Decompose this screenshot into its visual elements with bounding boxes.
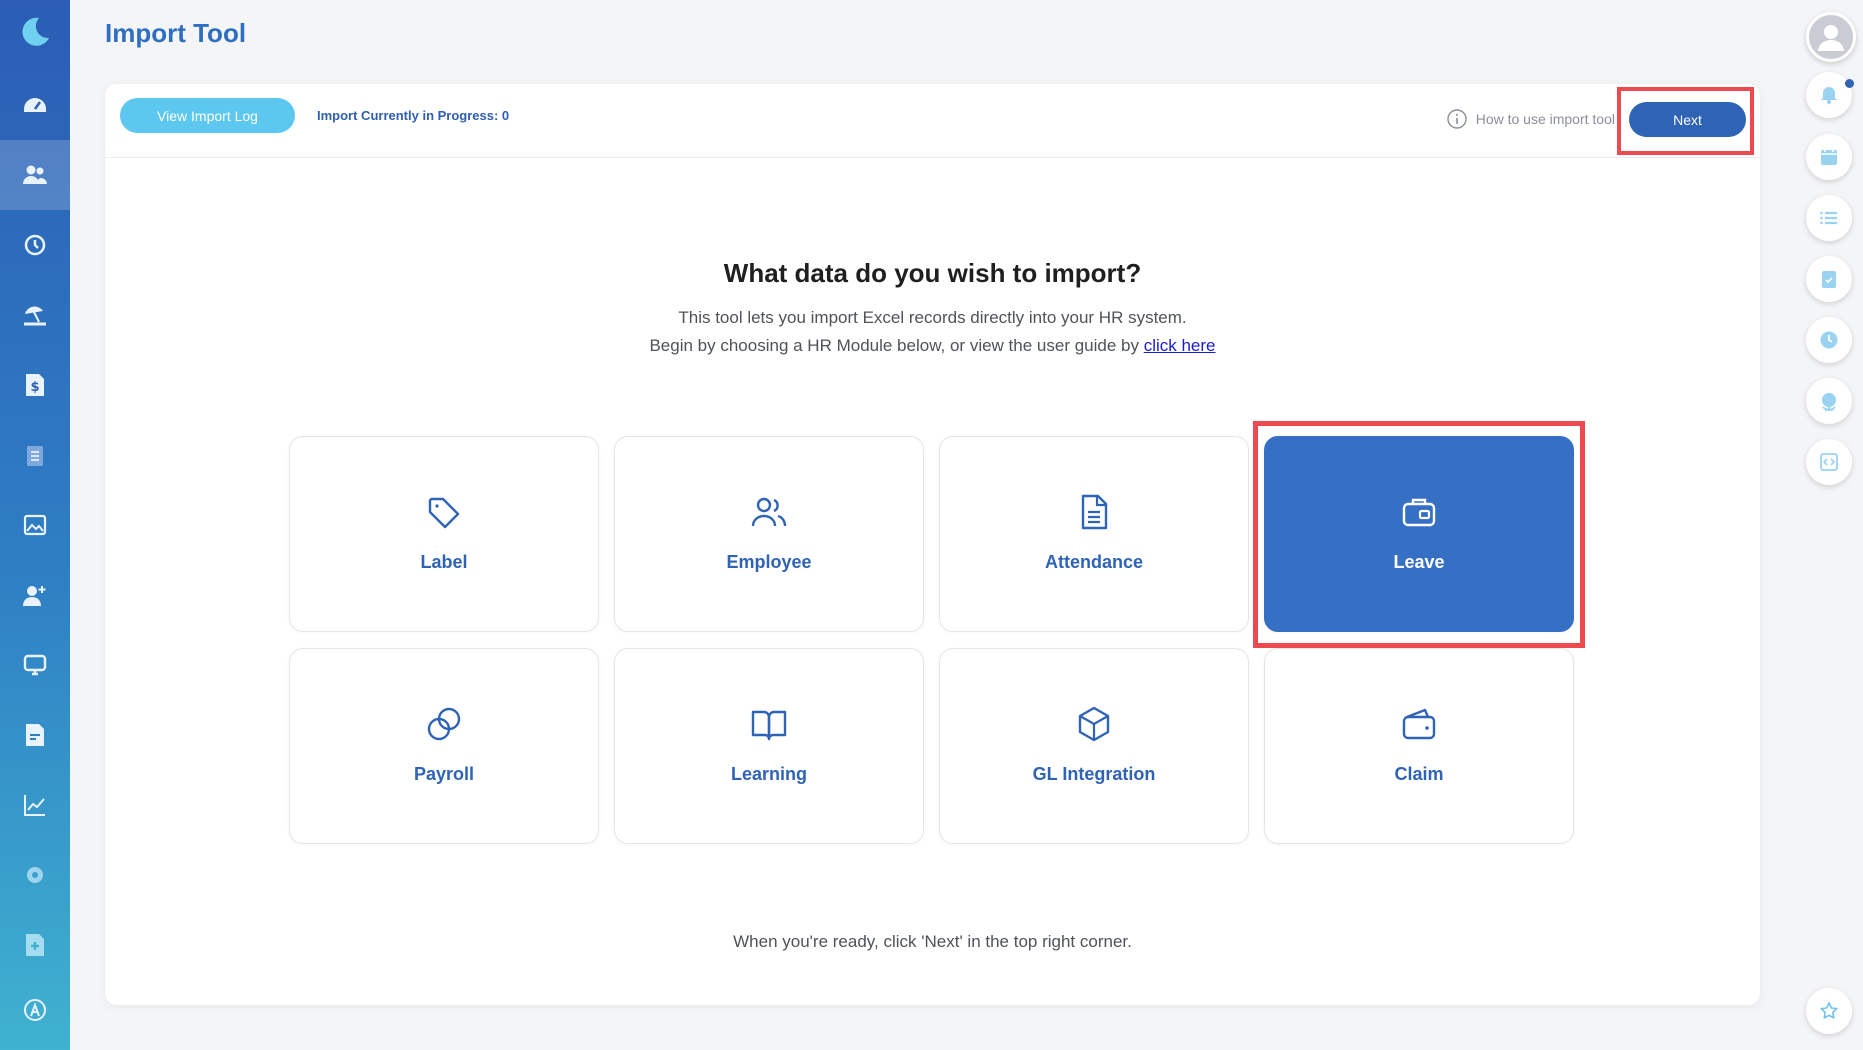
module-payroll[interactable]: Payroll	[289, 648, 599, 844]
module-gl-integration-text: GL Integration	[1032, 764, 1156, 784]
sidebar-item-add-user[interactable]	[0, 560, 70, 630]
sidebar: $	[0, 0, 70, 1050]
cube-icon	[1078, 706, 1110, 742]
import-progress-text: Import Currently in Progress: 0	[317, 108, 510, 123]
calendar-icon	[1821, 148, 1837, 165]
description-line-2-text: Begin by choosing a HR Module below, or …	[649, 336, 1144, 355]
module-gl-integration[interactable]: GL Integration	[939, 648, 1249, 844]
globe-icon	[1822, 393, 1836, 411]
coins-icon	[427, 707, 461, 741]
users-icon	[751, 497, 787, 527]
card-toolbar: View Import Log Import Currently in Prog…	[105, 84, 1760, 158]
module-attendance[interactable]: Attendance	[939, 436, 1249, 632]
page-title: Import Tool	[105, 18, 247, 48]
sidebar-item-medical[interactable]	[0, 910, 70, 980]
monitor-icon	[23, 654, 47, 676]
file-icon	[26, 724, 44, 746]
dashboard-icon	[24, 98, 46, 112]
image-icon	[23, 514, 47, 536]
footer-hint: When you're ready, click 'Next' in the t…	[733, 932, 1132, 951]
module-employee-text: Employee	[726, 552, 812, 572]
user-avatar-icon	[1818, 25, 1844, 51]
main-heading: What data do you wish to import?	[723, 258, 1142, 288]
sidebar-item-settings[interactable]	[0, 840, 70, 910]
sidebar-item-history[interactable]	[0, 210, 70, 280]
clock-icon	[1820, 331, 1838, 349]
sidebar-item-image[interactable]	[0, 490, 70, 560]
moon-logo-icon[interactable]	[17, 14, 53, 50]
tag-icon	[428, 497, 460, 529]
sidebar-item-people[interactable]	[0, 140, 70, 210]
notifications-button[interactable]	[1806, 72, 1852, 118]
time-button[interactable]	[1806, 317, 1852, 363]
tasks-button[interactable]	[1806, 256, 1852, 302]
app-logo-icon	[24, 999, 46, 1021]
payslip-icon: $	[26, 374, 44, 396]
history-icon	[24, 234, 46, 256]
book-icon	[751, 710, 787, 741]
user-avatar[interactable]	[1806, 12, 1856, 62]
bell-icon	[1821, 87, 1837, 104]
sidebar-item-file[interactable]	[0, 700, 70, 770]
code-icon	[1820, 453, 1838, 471]
wallet-icon	[1402, 708, 1436, 740]
globe-button[interactable]	[1806, 378, 1852, 424]
document-icon	[1081, 494, 1108, 530]
module-claim-text: Claim	[1394, 764, 1444, 784]
module-claim[interactable]: Claim	[1264, 648, 1574, 844]
code-button[interactable]	[1806, 439, 1852, 485]
settings-icon	[27, 867, 43, 883]
module-label[interactable]: Label	[289, 436, 599, 632]
list-button[interactable]	[1806, 195, 1852, 241]
notification-dot	[1845, 79, 1854, 88]
clipboard-icon	[27, 446, 43, 466]
people-icon	[23, 165, 47, 184]
description-line-2: Begin by choosing a HR Module below, or …	[105, 336, 1760, 356]
sidebar-item-payslip[interactable]: $	[0, 350, 70, 420]
svg-text:$: $	[30, 380, 39, 395]
module-learning[interactable]: Learning	[614, 648, 924, 844]
info-icon	[1447, 109, 1467, 129]
favorites-button[interactable]	[1806, 988, 1852, 1034]
leave-highlight-box	[1253, 421, 1585, 648]
module-payroll-text: Payroll	[413, 764, 475, 784]
beach-icon	[24, 306, 46, 326]
list-icon	[1820, 211, 1837, 225]
next-highlight-box	[1617, 87, 1754, 155]
user-guide-link[interactable]: click here	[1144, 336, 1216, 355]
medical-icon	[26, 934, 44, 956]
module-label-text: Label	[420, 552, 468, 572]
sidebar-item-clipboard[interactable]	[0, 420, 70, 490]
add-user-icon	[23, 586, 46, 606]
module-attendance-text: Attendance	[1044, 552, 1143, 572]
sidebar-item-beach[interactable]	[0, 280, 70, 350]
sidebar-item-analytics[interactable]	[0, 770, 70, 840]
sidebar-item-dashboard[interactable]	[0, 70, 70, 140]
view-import-log-button[interactable]: View Import Log	[120, 98, 295, 133]
how-to-label: How to use import tool	[1475, 111, 1615, 127]
how-to-link[interactable]: How to use import tool	[1446, 108, 1615, 130]
sidebar-item-monitor[interactable]	[0, 630, 70, 700]
clipboard-check-icon	[1822, 271, 1836, 288]
module-employee[interactable]: Employee	[614, 436, 924, 632]
calendar-button[interactable]	[1806, 134, 1852, 180]
sidebar-item-app-logo[interactable]	[0, 975, 70, 1045]
description-line-1: This tool lets you import Excel records …	[678, 308, 1187, 327]
analytics-icon	[24, 795, 45, 816]
star-icon	[1820, 1002, 1838, 1019]
module-learning-text: Learning	[730, 764, 807, 784]
